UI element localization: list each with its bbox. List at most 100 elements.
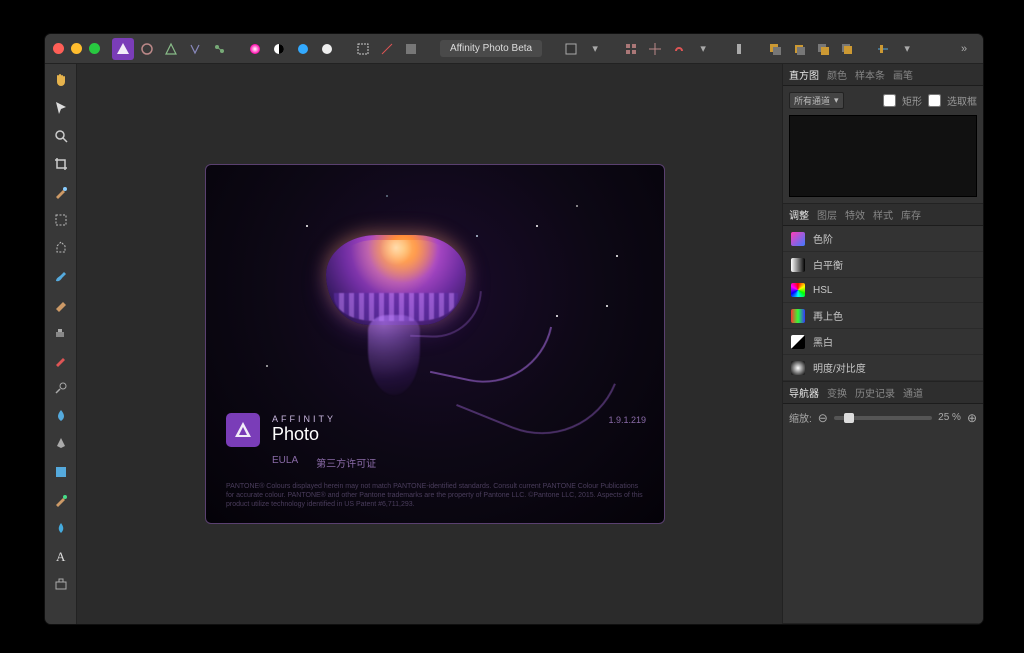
canvas[interactable]: 1.9.1.219 AFFINITY Photo EULA 第三方许可证	[77, 64, 783, 624]
flood-select[interactable]	[49, 236, 73, 260]
close-icon[interactable]	[53, 43, 64, 54]
swatch-icon	[791, 309, 805, 323]
chevron-down-icon[interactable]: ▾	[584, 38, 606, 60]
adjust-item[interactable]: 白平衡	[783, 252, 983, 278]
gradient-tool[interactable]	[49, 488, 73, 512]
app-logo-icon	[226, 413, 260, 447]
text-tool[interactable]: A	[49, 544, 73, 568]
export-persona-icon[interactable]	[208, 38, 230, 60]
erase-tool[interactable]	[49, 292, 73, 316]
adjustments-panel: 调整 图层 特效 样式 库存 色阶白平衡HSL 再上色黑白明度/对比度	[783, 204, 983, 382]
histogram-display	[789, 115, 977, 197]
swatch-icon[interactable]	[560, 38, 582, 60]
view-tool[interactable]	[49, 124, 73, 148]
adjust-item[interactable]: 色阶	[783, 226, 983, 252]
channel-dropdown[interactable]: 所有通道▾	[789, 92, 844, 109]
adjust-item-label: 明度/对比度	[813, 360, 866, 375]
arrange-front-icon[interactable]	[836, 38, 858, 60]
align-icon[interactable]	[872, 38, 894, 60]
snap-icon[interactable]	[668, 38, 690, 60]
app-title-pill: Affinity Photo Beta	[440, 40, 542, 57]
marquee-tool[interactable]	[49, 208, 73, 232]
maximize-icon[interactable]	[89, 43, 100, 54]
exposure-icon[interactable]	[316, 38, 338, 60]
chevron-down-icon[interactable]: ▾	[896, 38, 918, 60]
dodge-tool[interactable]	[49, 376, 73, 400]
arrange-backward-icon[interactable]	[788, 38, 810, 60]
legal-text: PANTONE® Colours displayed herein may no…	[226, 482, 644, 509]
zoom-slider[interactable]	[834, 416, 932, 420]
adjust-item-label: 色阶	[813, 231, 833, 246]
hand-tool[interactable]	[49, 68, 73, 92]
swatch-icon	[791, 335, 805, 349]
tab-histogram[interactable]: 直方图	[789, 67, 819, 82]
checkbox-rect-label: 矩形	[902, 93, 922, 108]
inpaint-tool[interactable]	[49, 348, 73, 372]
paint-brush[interactable]	[49, 264, 73, 288]
checkbox-rect[interactable]	[883, 94, 896, 107]
minimize-icon[interactable]	[71, 43, 82, 54]
clone-tool[interactable]	[49, 320, 73, 344]
adjust-item[interactable]: 黑白	[783, 329, 983, 355]
tab-channels[interactable]: 通道	[903, 385, 923, 400]
tab-styles[interactable]: 样式	[873, 207, 893, 222]
adjust-item[interactable]: HSL	[783, 278, 983, 303]
tab-transform[interactable]: 变换	[827, 385, 847, 400]
blur-tool[interactable]	[49, 404, 73, 428]
contrast-icon[interactable]	[268, 38, 290, 60]
window-controls	[53, 43, 100, 54]
adjust-item[interactable]: 明度/对比度	[783, 355, 983, 381]
adjust-item-label: 再上色	[813, 308, 843, 323]
checkbox-marquee[interactable]	[928, 94, 941, 107]
tab-brushes[interactable]: 画笔	[893, 67, 913, 82]
third-party-link[interactable]: 第三方许可证	[316, 455, 376, 470]
zoom-out-icon[interactable]: ⊖	[818, 411, 828, 425]
eula-link[interactable]: EULA	[272, 455, 298, 470]
tone-persona-icon[interactable]	[184, 38, 206, 60]
shape-tool[interactable]	[49, 460, 73, 484]
move-tool[interactable]	[49, 96, 73, 120]
tab-navigator[interactable]: 导航器	[789, 385, 819, 400]
color-wheel-icon[interactable]	[244, 38, 266, 60]
select-all-icon[interactable]	[400, 38, 422, 60]
brand-affinity: AFFINITY	[272, 414, 336, 424]
tab-adjustments[interactable]: 调整	[789, 207, 809, 222]
top-toolbar: Affinity Photo Beta ▾ ▾ ▾	[112, 38, 918, 60]
brand-block: AFFINITY Photo	[226, 413, 644, 447]
more-icon[interactable]: »	[953, 38, 975, 60]
arrange-forward-icon[interactable]	[812, 38, 834, 60]
grid-icon[interactable]	[620, 38, 642, 60]
zoom-in-icon[interactable]: ⊕	[967, 411, 977, 425]
adjust-item[interactable]: 再上色	[783, 303, 983, 329]
tab-effects[interactable]: 特效	[845, 207, 865, 222]
titlebar: Affinity Photo Beta ▾ ▾ ▾ »	[45, 34, 983, 64]
adjust-item-label: 黑白	[813, 334, 833, 349]
crop-tool[interactable]	[49, 152, 73, 176]
develop-persona-icon[interactable]	[160, 38, 182, 60]
tab-layers[interactable]: 图层	[817, 207, 837, 222]
assistant-icon[interactable]	[728, 38, 750, 60]
hue-icon[interactable]	[292, 38, 314, 60]
selection-brush[interactable]	[49, 180, 73, 204]
chevron-down-icon[interactable]: ▾	[692, 38, 714, 60]
swatch-icon	[791, 283, 805, 297]
pen-tool[interactable]	[49, 432, 73, 456]
zoom-label: 缩放:	[789, 410, 812, 425]
arrange-back-icon[interactable]	[764, 38, 786, 60]
export-persona[interactable]	[49, 572, 73, 596]
swatch-icon	[791, 232, 805, 246]
color-picker[interactable]	[49, 516, 73, 540]
liquify-persona-icon[interactable]	[136, 38, 158, 60]
right-panels: 直方图 颜色 样本条 画笔 所有通道▾ 矩形 选取框	[783, 64, 983, 624]
deselect-icon[interactable]	[376, 38, 398, 60]
tab-stock[interactable]: 库存	[901, 207, 921, 222]
swatch-icon	[791, 361, 805, 375]
tab-history[interactable]: 历史记录	[855, 385, 895, 400]
splash-screen: 1.9.1.219 AFFINITY Photo EULA 第三方许可证	[205, 164, 665, 524]
photo-persona-icon[interactable]	[112, 38, 134, 60]
marquee-icon[interactable]	[352, 38, 374, 60]
chevron-down-icon: ▾	[834, 95, 839, 106]
tab-swatches[interactable]: 样本条	[855, 67, 885, 82]
guides-icon[interactable]	[644, 38, 666, 60]
tab-color[interactable]: 颜色	[827, 67, 847, 82]
